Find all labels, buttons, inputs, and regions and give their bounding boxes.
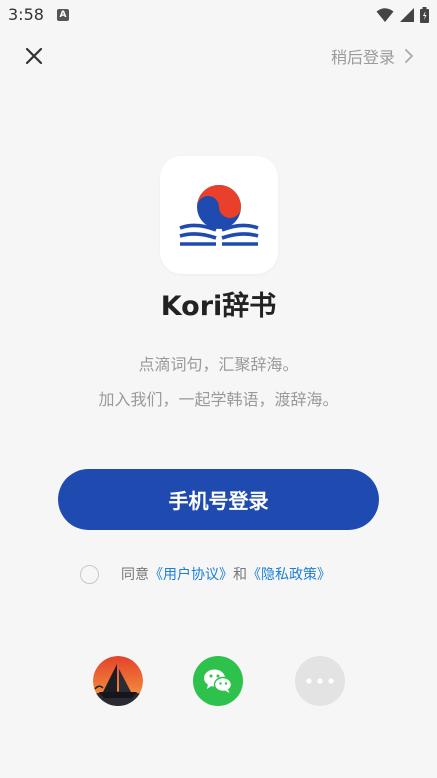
slogan-line-2: 加入我们，一起学韩语，渡辞海。 (98, 390, 339, 409)
status-bar: 3:58 A (0, 0, 437, 30)
battery-icon (420, 7, 429, 23)
phone-login-button[interactable]: 手机号登录 (58, 469, 379, 530)
app-name: Kori辞书 (160, 291, 277, 322)
app-logo (160, 156, 278, 274)
status-icons (376, 6, 429, 24)
agreement-prefix: 同意 (121, 567, 149, 583)
kori-logo-icon (179, 185, 259, 246)
status-time: 3:58 (8, 5, 44, 24)
login-later-label: 稍后登录 (330, 48, 395, 67)
boat-sunset-icon (93, 656, 143, 706)
close-icon (25, 47, 43, 65)
wechat-login-button[interactable] (193, 656, 243, 706)
android-a-icon: A (57, 9, 69, 21)
more-login-button[interactable] (295, 656, 345, 706)
agree-checkbox[interactable] (80, 564, 99, 584)
signal-icon (400, 8, 414, 22)
login-later-link[interactable]: 稍后登录 (331, 44, 413, 68)
more-icon (306, 678, 334, 684)
close-button[interactable] (20, 42, 48, 70)
privacy-policy-link[interactable]: 《隐私政策》 (247, 564, 331, 584)
wifi-icon (376, 8, 394, 22)
agreement-conjunction: 和 (233, 567, 247, 583)
user-agreement-link[interactable]: 《用户协议》 (149, 564, 233, 584)
boat-login-button[interactable] (93, 656, 143, 706)
chevron-right-icon (405, 49, 413, 63)
wechat-icon (204, 669, 233, 693)
agreement-row: 同意 《用户协议》 和 《隐私政策》 (80, 562, 331, 586)
slogan-line-1: 点滴词句，汇聚辞海。 (138, 355, 299, 374)
